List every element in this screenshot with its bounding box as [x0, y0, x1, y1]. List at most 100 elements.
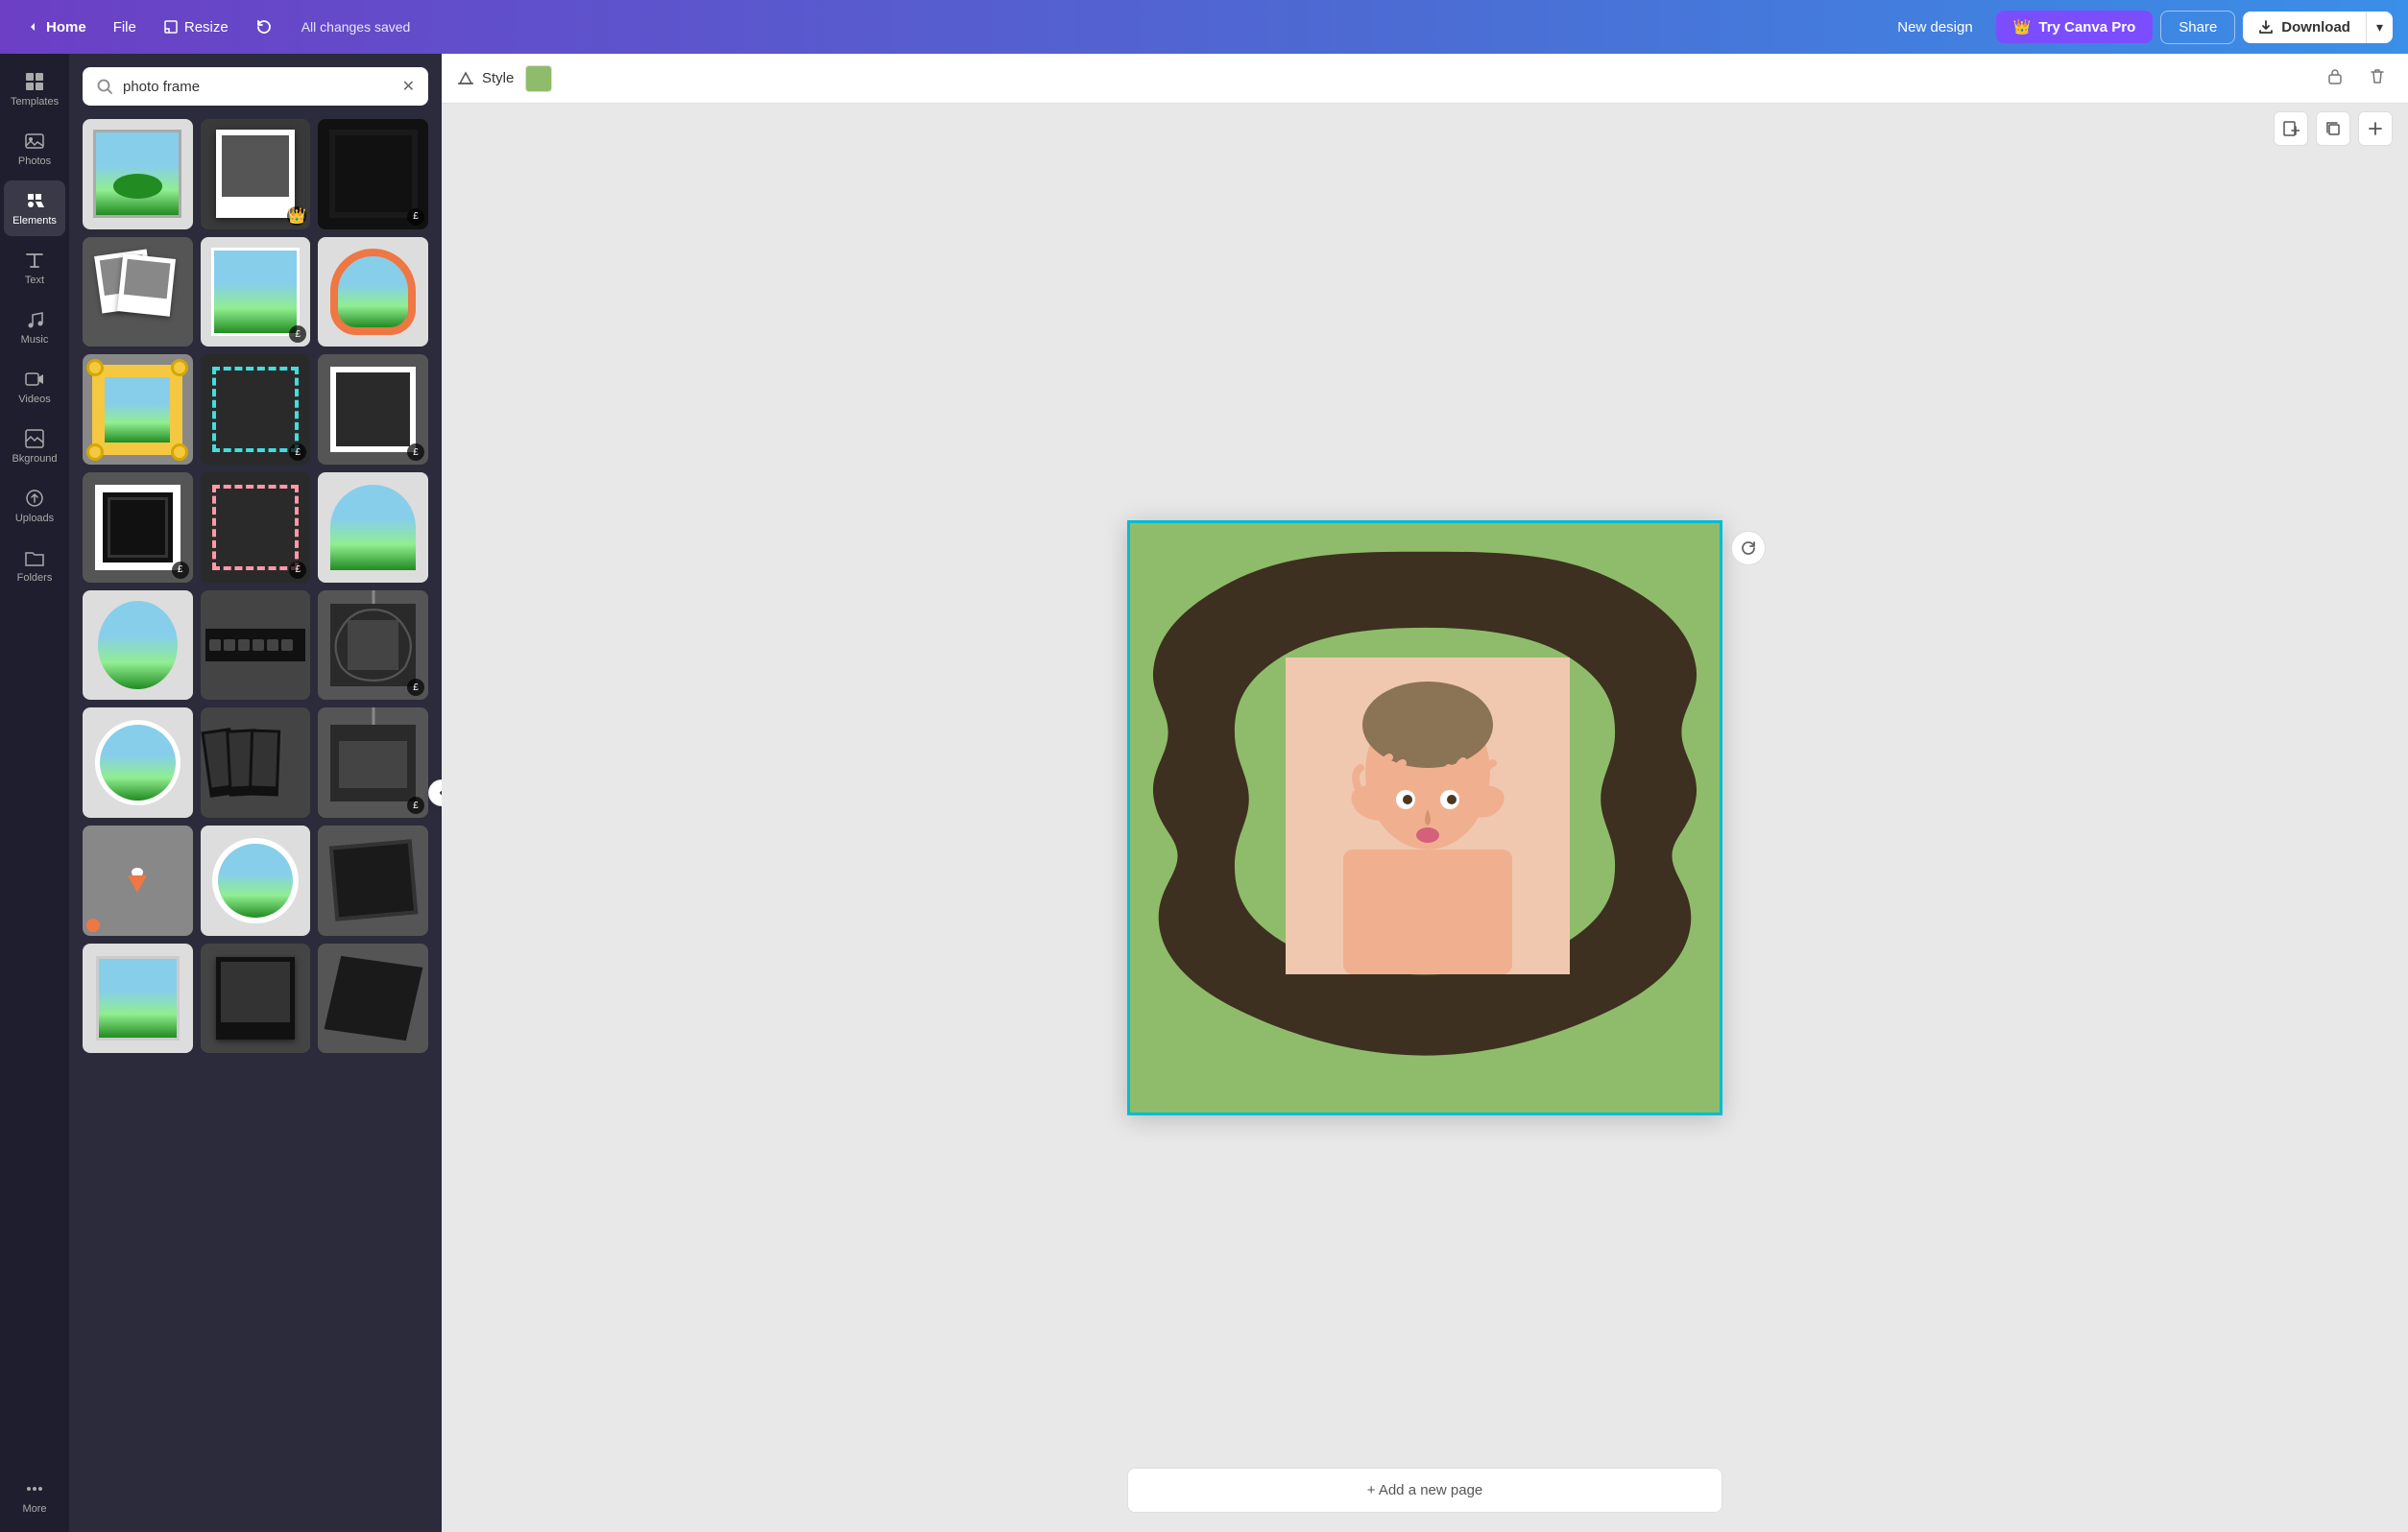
sidebar-item-folders[interactable]: Folders: [4, 538, 65, 593]
canvas-content[interactable]: [1127, 520, 1722, 1115]
list-item[interactable]: £: [201, 472, 311, 583]
canvas-wrapper: + Add a new page: [442, 104, 2408, 1532]
trash-icon: [2368, 66, 2387, 85]
undo-button[interactable]: [246, 12, 282, 41]
paid-badge: £: [407, 679, 424, 696]
templates-label: Templates: [11, 96, 59, 108]
list-item[interactable]: [83, 237, 193, 347]
list-item[interactable]: [201, 826, 311, 936]
home-button[interactable]: Home: [15, 13, 96, 41]
list-item[interactable]: [83, 826, 193, 936]
list-item[interactable]: [201, 590, 311, 701]
sidebar-item-photos[interactable]: Photos: [4, 121, 65, 177]
search-icon: [96, 78, 113, 95]
more-icon: [24, 1478, 45, 1499]
sidebar-item-more[interactable]: More: [4, 1469, 65, 1524]
sidebar-item-text[interactable]: Text: [4, 240, 65, 296]
elements-label: Elements: [12, 215, 57, 227]
list-item[interactable]: [83, 354, 193, 465]
search-bar: ✕: [69, 54, 442, 119]
style-button[interactable]: Style: [457, 70, 514, 87]
file-label: File: [113, 19, 136, 36]
search-results-grid: 👑 £: [69, 119, 442, 1066]
download-options-button[interactable]: ▾: [2366, 12, 2393, 43]
uploads-icon: [24, 488, 45, 509]
search-clear-button[interactable]: ✕: [402, 77, 415, 96]
photo-inner: [1286, 658, 1570, 974]
style-icon: [457, 70, 474, 87]
list-item[interactable]: £: [201, 237, 311, 347]
more-label: More: [22, 1503, 46, 1515]
add-page-icon-button[interactable]: [2274, 111, 2308, 146]
try-pro-label: Try Canva Pro: [2038, 19, 2135, 36]
list-item[interactable]: [83, 590, 193, 701]
list-item[interactable]: [83, 707, 193, 818]
list-item[interactable]: [83, 944, 193, 1054]
file-button[interactable]: File: [104, 13, 146, 41]
delete-button[interactable]: [2362, 60, 2393, 96]
plus-icon: [2367, 120, 2384, 137]
list-item[interactable]: [318, 237, 428, 347]
refresh-icon: [1740, 539, 1757, 557]
list-item[interactable]: £: [318, 354, 428, 465]
elements-icon: [24, 190, 45, 211]
list-item[interactable]: [318, 472, 428, 583]
sidebar-item-videos[interactable]: Videos: [4, 359, 65, 415]
paid-badge: £: [407, 443, 424, 461]
text-label: Text: [25, 275, 44, 286]
lock-button[interactable]: [2320, 60, 2350, 96]
background-icon: [24, 428, 45, 449]
top-navigation: Home File Resize All changes saved New d…: [0, 0, 2408, 54]
add-element-button[interactable]: [2358, 111, 2393, 146]
sidebar-item-music[interactable]: Music: [4, 299, 65, 355]
list-item[interactable]: £: [318, 590, 428, 701]
sidebar-item-templates[interactable]: Templates: [4, 61, 65, 117]
crown-badge: 👑: [287, 206, 306, 226]
canvas-refresh-button[interactable]: [1731, 531, 1766, 565]
sidebar-item-elements[interactable]: Elements: [4, 180, 65, 236]
list-item[interactable]: [318, 826, 428, 936]
resize-icon: [163, 19, 179, 35]
list-item[interactable]: [201, 944, 311, 1054]
main-layout: Templates Photos Elements Text: [0, 54, 2408, 1532]
canvas-toolbar: Style: [442, 54, 2408, 104]
resize-button[interactable]: Resize: [154, 13, 238, 41]
background-label: Bkground: [12, 453, 57, 465]
paid-badge: £: [289, 443, 306, 461]
photos-label: Photos: [18, 156, 51, 167]
paid-badge: £: [407, 797, 424, 814]
page-add-icon: [2282, 120, 2300, 137]
new-design-button[interactable]: New design: [1882, 12, 1987, 43]
list-item[interactable]: £: [83, 472, 193, 583]
canvas-top-actions: [2274, 111, 2393, 146]
duplicate-button[interactable]: [2316, 111, 2350, 146]
lock-icon: [2325, 66, 2345, 85]
list-item[interactable]: [318, 944, 428, 1054]
add-page-button[interactable]: + Add a new page: [1127, 1468, 1722, 1513]
download-button[interactable]: Download: [2243, 12, 2366, 43]
videos-label: Videos: [18, 394, 50, 405]
list-item[interactable]: £: [201, 354, 311, 465]
list-item[interactable]: £: [318, 707, 428, 818]
list-item[interactable]: £: [318, 119, 428, 229]
home-label: Home: [46, 19, 86, 36]
color-swatch[interactable]: [525, 65, 552, 92]
crown-icon: 👑: [2013, 18, 2032, 36]
photos-icon: [24, 131, 45, 152]
list-item[interactable]: 👑: [201, 119, 311, 229]
sidebar-item-uploads[interactable]: Uploads: [4, 478, 65, 534]
sidebar: Templates Photos Elements Text: [0, 54, 69, 1532]
paid-badge: £: [289, 562, 306, 579]
try-pro-button[interactable]: 👑 Try Canva Pro: [1996, 11, 2154, 43]
text-icon: [24, 250, 45, 271]
music-label: Music: [21, 334, 49, 346]
save-status: All changes saved: [301, 19, 411, 35]
list-item[interactable]: [201, 707, 311, 818]
search-input[interactable]: [123, 79, 393, 95]
list-item[interactable]: [83, 119, 193, 229]
sidebar-item-background[interactable]: Bkground: [4, 419, 65, 474]
videos-icon: [24, 369, 45, 390]
search-input-wrap: ✕: [83, 67, 428, 106]
undo-icon: [255, 18, 273, 36]
share-button[interactable]: Share: [2160, 11, 2235, 44]
